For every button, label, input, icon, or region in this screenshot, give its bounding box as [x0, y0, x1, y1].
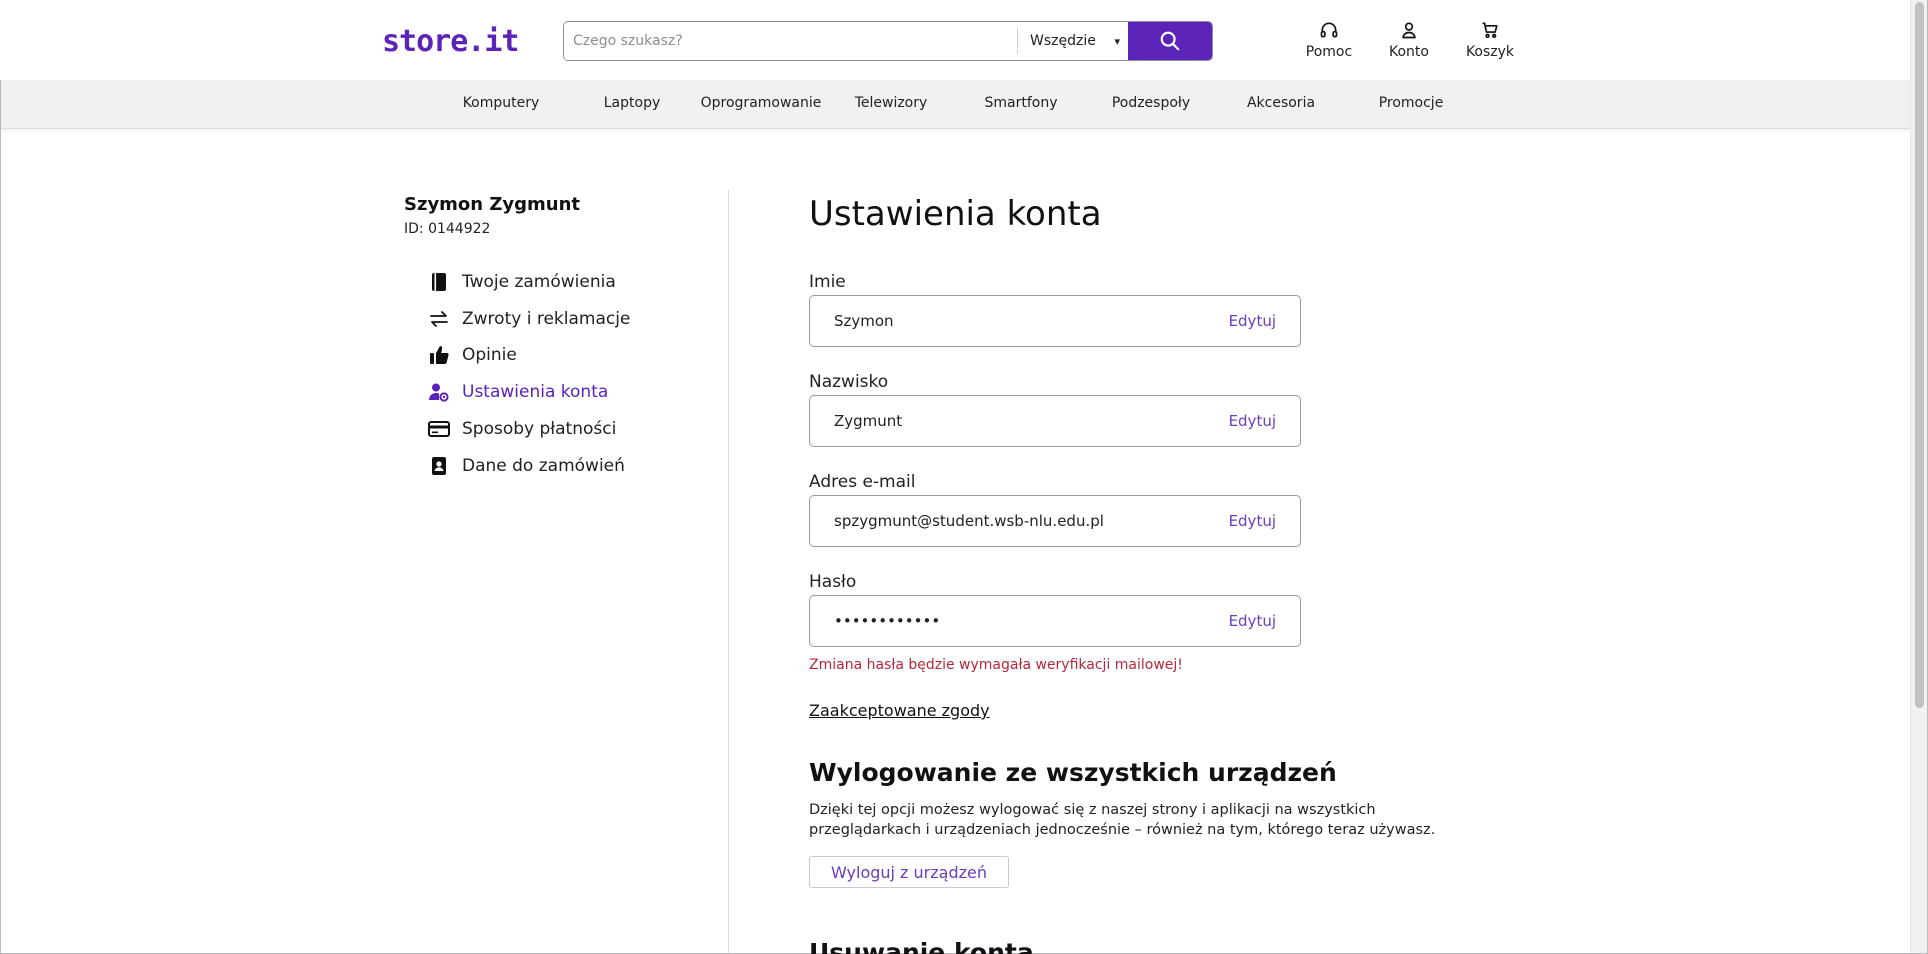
sidebar-item-returns[interactable]: Zwroty i reklamacje: [428, 305, 630, 333]
contact-book-icon: [428, 455, 450, 477]
search-bar: Wszędzie ▾: [563, 21, 1213, 61]
search-input[interactable]: [564, 22, 1017, 60]
last-name-label: Nazwisko: [809, 372, 889, 392]
sidebar-divider: [728, 190, 729, 954]
credit-card-icon: [428, 418, 450, 440]
password-label: Hasło: [809, 572, 857, 592]
password-warning: Zmiana hasła będzie wymagała weryfikacji…: [809, 657, 1183, 673]
nav-item-promocje[interactable]: Promocje: [1379, 95, 1444, 111]
edit-first-name-button[interactable]: Edytuj: [1229, 312, 1276, 330]
sidebar-item-reviews[interactable]: Opinie: [428, 341, 517, 369]
sidebar-item-order-details[interactable]: Dane do zamówień: [428, 452, 625, 480]
site-header: store.it Wszędzie ▾ Pomoc Konto Koszyk: [0, 0, 1910, 80]
nav-item-akcesoria[interactable]: Akcesoria: [1247, 95, 1315, 111]
sidebar-item-label: Sposoby płatności: [462, 419, 617, 439]
search-icon: [1160, 31, 1180, 51]
email-label: Adres e-mail: [809, 472, 916, 492]
user-icon: [1402, 22, 1416, 39]
edit-password-button[interactable]: Edytuj: [1229, 612, 1276, 630]
sidebar-item-label: Zwroty i reklamacje: [462, 309, 631, 329]
help-button[interactable]: Pomoc: [1294, 20, 1364, 60]
sidebar-item-label: Opinie: [462, 345, 517, 365]
email-field: spzygmunt@student.wsb-nlu.edu.pl Edytuj: [809, 495, 1301, 547]
book-icon: [428, 271, 450, 293]
chevron-down-icon: ▾: [1114, 34, 1120, 48]
thumbs-up-icon: [428, 344, 450, 366]
nav-item-laptopy[interactable]: Laptopy: [604, 95, 661, 111]
delete-section-title: Usuwanie konta: [809, 938, 1034, 954]
category-nav: Komputery Laptopy Oprogramowanie Telewiz…: [1, 80, 1910, 129]
page-title: Ustawienia konta: [809, 194, 1102, 234]
page-scrollbar[interactable]: [1910, 0, 1927, 953]
cart-button[interactable]: Koszyk: [1455, 20, 1525, 60]
edit-email-button[interactable]: Edytuj: [1229, 512, 1276, 530]
nav-item-podzespoly[interactable]: Podzespoły: [1112, 95, 1190, 111]
password-field: •••••••••••• Edytuj: [809, 595, 1301, 647]
scrollbar-thumb[interactable]: [1915, 2, 1924, 708]
nav-item-telewizory[interactable]: Telewizory: [855, 95, 928, 111]
nav-item-oprogramowanie[interactable]: Oprogramowanie: [701, 95, 822, 111]
search-scope-value: Wszędzie: [1030, 33, 1096, 49]
user-id: ID: 0144922: [404, 221, 491, 237]
cart-label: Koszyk: [1465, 44, 1515, 60]
account-button[interactable]: Konto: [1374, 20, 1444, 60]
password-value: ••••••••••••: [834, 612, 941, 630]
sidebar-item-account-settings[interactable]: Ustawienia konta: [428, 378, 608, 406]
logout-section-description: Dzięki tej opcji możesz wylogować się z …: [809, 802, 1436, 838]
last-name-field: Zygmunt Edytuj: [809, 395, 1301, 447]
exchange-icon: [428, 308, 450, 330]
sidebar-item-label: Ustawienia konta: [462, 382, 609, 402]
user-gear-icon: [428, 381, 450, 403]
first-name-value: Szymon: [834, 312, 894, 330]
account-label: Konto: [1389, 44, 1429, 60]
user-name: Szymon Zygmunt: [404, 194, 581, 215]
sidebar-item-label: Twoje zamówienia: [462, 272, 616, 292]
accepted-consents-link[interactable]: Zaakceptowane zgody: [809, 701, 990, 720]
headphones-icon: [1320, 22, 1338, 38]
last-name-value: Zygmunt: [834, 412, 903, 430]
first-name-label: Imie: [809, 272, 846, 292]
email-value: spzygmunt@student.wsb-nlu.edu.pl: [834, 512, 1104, 530]
first-name-field: Szymon Edytuj: [809, 295, 1301, 347]
sidebar-item-label: Dane do zamówień: [462, 456, 625, 476]
store-logo[interactable]: store.it: [382, 24, 519, 59]
search-scope-select[interactable]: Wszędzie ▾: [1018, 22, 1128, 60]
nav-item-smartfony[interactable]: Smartfony: [984, 95, 1057, 111]
sidebar-item-payment-methods[interactable]: Sposoby płatności: [428, 415, 616, 443]
nav-item-komputery[interactable]: Komputery: [463, 95, 540, 111]
logout-all-devices-button[interactable]: Wyloguj z urządzeń: [809, 856, 1009, 888]
help-label: Pomoc: [1305, 44, 1353, 60]
logout-section-title: Wylogowanie ze wszystkich urządzeń: [809, 758, 1337, 787]
edit-last-name-button[interactable]: Edytuj: [1229, 412, 1276, 430]
search-button[interactable]: [1128, 22, 1212, 60]
sidebar-item-orders[interactable]: Twoje zamówienia: [428, 268, 616, 296]
cart-icon: [1482, 22, 1498, 38]
